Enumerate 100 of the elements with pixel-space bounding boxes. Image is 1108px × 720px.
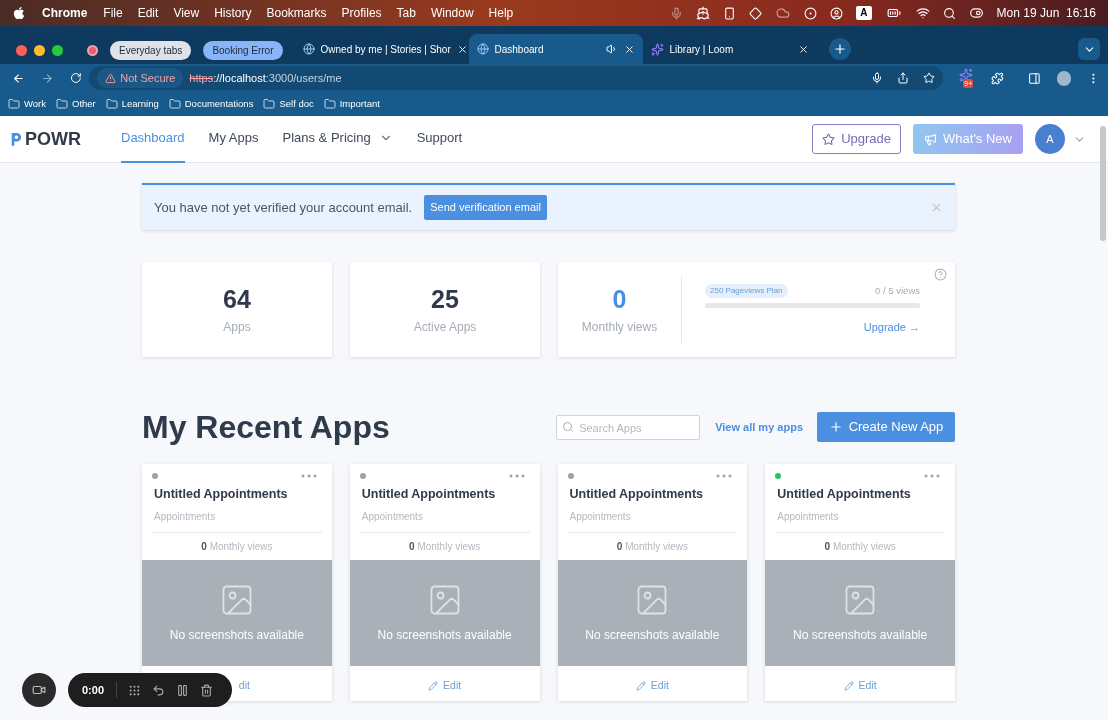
menu-item[interactable]: Help	[488, 4, 514, 22]
close-tab-icon[interactable]	[623, 43, 635, 55]
bookmark-folder[interactable]: Other	[56, 96, 96, 112]
profile-avatar[interactable]	[1056, 70, 1072, 86]
nav-tab[interactable]: Support	[416, 116, 463, 163]
diamond-icon[interactable]	[749, 6, 763, 20]
tab-search-button[interactable]	[1078, 38, 1100, 60]
speaker-icon[interactable]	[605, 43, 618, 55]
plus-icon	[832, 42, 847, 56]
bookmark-folder[interactable]: Important	[323, 96, 380, 112]
plan-badge: 250 Pageviews Plan	[705, 283, 788, 298]
reload-icon[interactable]	[69, 72, 82, 84]
monthly-views: 0 Monthly views	[408, 539, 482, 554]
bookmark-folder[interactable]: Work	[8, 96, 46, 112]
clock[interactable]: Mon 19 Jun 16:16	[996, 4, 1096, 22]
placeholder-text: No screenshots available	[169, 626, 304, 644]
new-tab-button[interactable]	[828, 38, 851, 60]
banner-message: You have not yet verified your account email.	[154, 198, 413, 217]
browser-tab[interactable]: Owned by me | Stories | Shor	[294, 34, 469, 64]
trash-icon[interactable]	[200, 683, 214, 697]
stat-value: 25	[431, 283, 459, 314]
close-tab-icon[interactable]	[456, 43, 468, 55]
search-icon[interactable]	[942, 6, 956, 20]
folder-icon	[56, 98, 68, 110]
maximize-window-control[interactable]	[52, 44, 63, 56]
menu-item[interactable]: Window	[430, 4, 474, 22]
bookmark-folder[interactable]: Learning	[105, 96, 159, 112]
close-window-control[interactable]	[16, 44, 27, 56]
app-type: Appointments	[360, 509, 424, 524]
logo[interactable]: POWR	[10, 125, 81, 153]
share-icon[interactable]	[897, 72, 910, 84]
menu-item[interactable]: Bookmarks	[266, 4, 327, 22]
views-value: 0	[612, 283, 627, 314]
minimize-window-control[interactable]	[34, 44, 45, 56]
browser-tab[interactable]: Dashboard	[468, 34, 643, 64]
recording-timer: 0:00	[82, 681, 118, 699]
star-icon	[822, 132, 836, 146]
plus-icon	[828, 420, 843, 434]
placeholder-text: No screenshots available	[793, 626, 928, 644]
bookmark-folder[interactable]: Self doc	[263, 96, 314, 112]
placeholder-text: No screenshots available	[377, 626, 512, 644]
search-icon	[562, 420, 575, 433]
menu-item[interactable]: Profiles	[341, 4, 382, 22]
control-center-icon[interactable]	[968, 6, 984, 20]
loom-icon	[650, 42, 664, 56]
upgrade-button[interactable]: Upgrade	[812, 124, 902, 154]
nav-tab[interactable]: My Apps	[208, 116, 259, 163]
menu-item[interactable]: History	[214, 4, 252, 22]
app-type: Appointments	[568, 509, 632, 524]
menu-item[interactable]: Edit	[137, 4, 159, 22]
app-title: Untitled Appointments	[153, 486, 289, 503]
address-bar[interactable]: Not Secure https://localhost:3000/users/me	[89, 66, 944, 90]
stat-label: Apps	[223, 318, 251, 336]
search-field[interactable]: Search Apps	[556, 415, 701, 440]
upgrade-link[interactable]: Upgrade →	[863, 318, 920, 336]
back-icon[interactable]	[12, 71, 25, 85]
undo-icon[interactable]	[152, 683, 166, 697]
warning-icon	[105, 72, 117, 84]
monthly-views: 0 Monthly views	[823, 539, 897, 554]
folder-icon	[323, 98, 336, 110]
app-card[interactable]: Untitled Appointments Appointments 0 Monthly views No screenshots available dit	[142, 464, 332, 701]
mic-icon[interactable]	[871, 72, 884, 84]
side-panel-icon[interactable]	[1027, 71, 1041, 85]
user-avatar[interactable]: A	[1035, 124, 1065, 154]
menu-app-name[interactable]: Chrome	[42, 4, 88, 22]
input-source-indicator[interactable]: A	[856, 6, 872, 20]
extensions-icon[interactable]	[991, 71, 1004, 85]
not-secure-chip[interactable]: Not Secure	[97, 68, 184, 88]
stat-value: 64	[223, 283, 251, 314]
lock-circle-icon[interactable]	[804, 6, 818, 20]
record-icon[interactable]	[87, 44, 98, 56]
tab-group-chip[interactable]: Booking Error	[203, 40, 283, 60]
monthly-views: 0 Monthly views	[200, 539, 274, 554]
wifi-icon[interactable]	[915, 6, 930, 20]
bookmark-star-icon[interactable]	[923, 72, 936, 84]
menu-item[interactable]: File	[103, 4, 123, 22]
camera-button[interactable]	[22, 673, 56, 707]
views-label: Monthly views	[581, 318, 658, 336]
stat-label: Active Apps	[413, 318, 477, 336]
apple-icon[interactable]	[12, 6, 26, 20]
monthly-views: 0 Monthly views	[615, 539, 689, 554]
camera-icon	[32, 683, 46, 697]
menu-item[interactable]: Tab	[396, 4, 416, 22]
menu-item[interactable]: View	[173, 4, 200, 22]
phone-icon[interactable]	[723, 6, 737, 20]
user-icon[interactable]	[830, 6, 844, 20]
grid-icon[interactable]	[128, 683, 142, 697]
close-tab-icon[interactable]	[797, 43, 809, 55]
nav-tab[interactable]: Plans & Pricing	[282, 116, 393, 163]
app-title: Untitled Appointments	[776, 486, 912, 503]
tab-group-chip[interactable]: Everyday tabs	[110, 40, 192, 60]
pause-icon[interactable]	[176, 683, 190, 697]
app-title: Untitled Appointments	[568, 486, 705, 503]
bookmark-folder[interactable]: Documentations	[168, 96, 254, 112]
ship-icon[interactable]	[696, 6, 711, 20]
browser-tab[interactable]: Library | Loom	[642, 34, 817, 64]
folder-icon	[263, 98, 276, 110]
tab-title: Dashboard	[494, 42, 545, 57]
tab-title: Owned by me | Stories | Shor	[320, 42, 451, 57]
scrollbar-thumb[interactable]	[1100, 126, 1106, 241]
